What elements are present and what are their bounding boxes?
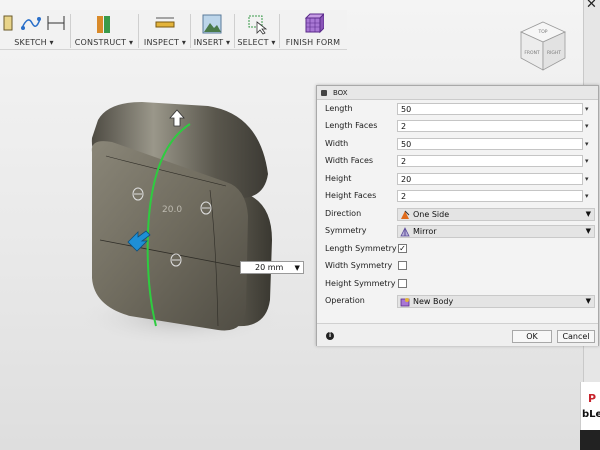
length-faces-input[interactable]: 2 (397, 120, 583, 132)
sketch-label: SKETCH ▾ (14, 38, 54, 47)
symmetry-value: Mirror (413, 227, 437, 236)
stepper-icon[interactable]: ▾ (585, 140, 589, 148)
ok-button[interactable]: OK (512, 330, 552, 343)
box-dialog: BOX Length 50 ▾ Length Faces 2 ▾ Width 5… (316, 85, 599, 346)
height-symmetry-checkbox[interactable] (398, 279, 407, 288)
length-faces-row: Length Faces 2 ▾ (317, 118, 598, 135)
view-cube[interactable]: TOP FRONT RIGHT (515, 18, 571, 74)
height-label: Height (325, 174, 352, 183)
finish-form-icon (304, 13, 324, 34)
inspect-label: INSPECT ▾ (143, 38, 187, 47)
collapse-icon[interactable] (321, 89, 327, 96)
width-symmetry-checkbox[interactable] (398, 261, 407, 270)
dialog-header[interactable]: BOX (317, 86, 598, 100)
height-faces-input[interactable]: 2 (397, 190, 583, 202)
finish-form-button[interactable]: FINISH FORM (280, 10, 346, 50)
dimension-label: 20.0 (162, 205, 182, 215)
stepper-icon[interactable]: ▾ (585, 122, 589, 130)
stepper-icon[interactable]: ▾ (585, 157, 589, 165)
dimension-input-value: 20 mm (255, 263, 284, 272)
background-dark-area (580, 430, 600, 450)
cancel-button[interactable]: Cancel (557, 330, 595, 343)
symmetry-select[interactable]: Mirror ▼ (397, 225, 595, 238)
finish-form-label: FINISH FORM (285, 38, 341, 47)
height-symmetry-label: Height Symmetry (325, 279, 396, 288)
operation-row: Operation New Body ▼ (317, 293, 598, 310)
chevron-down-icon: ▼ (585, 227, 591, 235)
length-symmetry-label: Length Symmetry (325, 244, 397, 253)
pinterest-icon: P (588, 392, 597, 405)
length-label: Length (325, 104, 353, 113)
construct-plane-icon (97, 16, 110, 33)
symmetry-row: Symmetry Mirror ▼ (317, 223, 598, 240)
insert-image-icon (202, 14, 222, 34)
length-symmetry-checkbox[interactable]: ✓ (398, 244, 407, 253)
stepper-icon[interactable]: ▾ (585, 105, 589, 113)
select-menu[interactable]: SELECT ▾ (235, 10, 278, 50)
width-symmetry-row: Width Symmetry (317, 258, 598, 275)
height-row: Height 20 ▾ (317, 171, 598, 188)
select-cursor-icon (248, 15, 267, 35)
operation-select[interactable]: New Body ▼ (397, 295, 595, 308)
width-faces-row: Width Faces 2 ▾ (317, 153, 598, 170)
width-input[interactable]: 50 (397, 138, 583, 150)
dimension-input[interactable]: 20 mm ▼ (240, 261, 304, 274)
symmetry-label: Symmetry (325, 226, 367, 235)
length-input[interactable]: 50 (397, 103, 583, 115)
toolbar-divider (138, 14, 139, 48)
one-side-direction-icon (401, 210, 410, 219)
width-symmetry-label: Width Symmetry (325, 261, 393, 270)
viewcube-front-label: FRONT (524, 50, 540, 56)
height-symmetry-row: Height Symmetry (317, 276, 598, 293)
construct-label: CONSTRUCT ▾ (74, 38, 134, 47)
viewcube-top-label: TOP (537, 29, 547, 35)
direction-select[interactable]: One Side ▼ (397, 208, 595, 221)
inspect-menu[interactable]: INSPECT ▾ (140, 10, 190, 50)
operation-value: New Body (413, 297, 454, 306)
chevron-down-icon: ▼ (585, 297, 591, 305)
model-canvas[interactable]: 20.0 (60, 90, 300, 360)
stepper-icon[interactable]: ▾ (585, 192, 589, 200)
operation-label: Operation (325, 296, 365, 305)
mirror-symmetry-icon (400, 226, 410, 236)
construct-menu[interactable]: CONSTRUCT ▾ (72, 10, 136, 50)
measure-icon (155, 17, 175, 28)
dimension-icon (47, 16, 65, 30)
spline-icon (21, 17, 41, 30)
select-label: SELECT ▾ (237, 38, 276, 47)
width-faces-input[interactable]: 2 (397, 155, 583, 167)
new-body-icon (400, 297, 410, 306)
sketch-pencil-icon (3, 15, 13, 31)
height-faces-row: Height Faces 2 ▾ (317, 188, 598, 205)
insert-menu[interactable]: INSERT ▾ (191, 10, 233, 50)
toolbar: SKETCH ▾ CONSTRUCT ▾ INSPECT ▾ INSERT ▾ … (0, 10, 347, 50)
direction-label: Direction (325, 209, 362, 218)
length-faces-label: Length Faces (325, 121, 378, 130)
dialog-title: BOX (333, 88, 348, 97)
toolbar-divider (70, 14, 71, 48)
viewcube-right-label: RIGHT (547, 50, 561, 56)
background-text: bLea (582, 409, 600, 420)
dialog-footer: i OK Cancel (317, 323, 598, 346)
sketch-menu[interactable]: SKETCH ▾ (0, 10, 68, 50)
chevron-down-icon[interactable]: ▼ (291, 262, 303, 273)
height-faces-label: Height Faces (325, 191, 377, 200)
direction-value: One Side (413, 210, 450, 219)
length-symmetry-row: Length Symmetry ✓ (317, 241, 598, 258)
info-icon[interactable]: i (326, 332, 334, 340)
width-label: Width (325, 139, 349, 148)
height-input[interactable]: 20 (397, 173, 583, 185)
insert-label: INSERT ▾ (193, 38, 231, 47)
length-row: Length 50 ▾ (317, 101, 598, 118)
stepper-icon[interactable]: ▾ (585, 175, 589, 183)
width-row: Width 50 ▾ (317, 136, 598, 153)
width-faces-label: Width Faces (325, 156, 374, 165)
chevron-down-icon: ▼ (585, 210, 591, 218)
direction-row: Direction One Side ▼ (317, 206, 598, 223)
close-icon[interactable]: ✕ (586, 0, 597, 12)
